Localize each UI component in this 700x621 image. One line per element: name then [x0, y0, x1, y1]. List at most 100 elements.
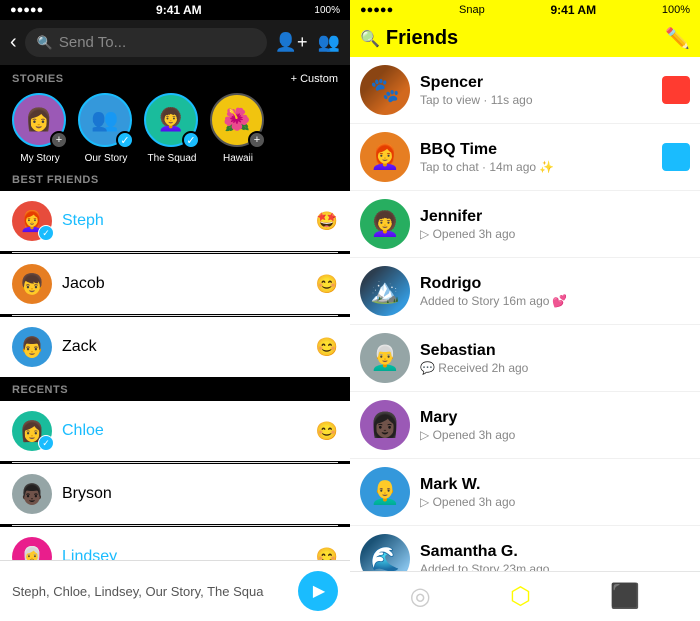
list-item-mark[interactable]: 👨‍🦲 Mark W. ▷ Opened 3h ago	[350, 459, 700, 526]
search-icon-right[interactable]: 🔍	[360, 29, 380, 49]
info-spencer: Spencer Tap to view · 11s ago	[420, 74, 652, 107]
name-bryson: Bryson	[62, 485, 328, 503]
name-mary: Mary	[420, 409, 690, 427]
divider	[12, 252, 338, 253]
check-chloe: ✓	[38, 435, 54, 451]
friend-zack[interactable]: 👨 Zack 😊	[0, 317, 350, 377]
list-item-mary[interactable]: 👩🏿 Mary ▷ Opened 3h ago	[350, 392, 700, 459]
indicator-bbq	[662, 143, 690, 171]
friend-jacob[interactable]: 👦 Jacob 😊	[0, 254, 350, 314]
story-label-hawaii: Hawaii	[223, 153, 253, 164]
story-the-squad[interactable]: 👩‍🦱 ✓ The Squad	[144, 93, 200, 164]
avatar-samantha: 🌊	[360, 534, 410, 571]
emoji-chloe: 😊	[316, 421, 338, 442]
name-steph: Steph	[62, 212, 306, 230]
left-panel: ●●●●● 9:41 AM 100% ‹ 🔍 Send To... 👤+ 👥 S…	[0, 0, 350, 621]
stories-row: 👩 + My Story 👥 ✓ Our Story 👩‍🦱 ✓ Th	[12, 93, 338, 164]
friend-steph[interactable]: 👩‍🦰 ✓ Steph 🤩	[0, 191, 350, 251]
friend-chloe[interactable]: 👩 ✓ Chloe 😊	[0, 401, 350, 461]
group-icon[interactable]: 👥	[318, 32, 340, 53]
right-tab-bar: ◎ ⬡ ⬛	[350, 571, 700, 621]
avatar-jacob: 👦	[12, 264, 52, 304]
divider	[12, 525, 338, 526]
signal-icons-left: ●●●●●	[10, 4, 43, 16]
battery-left: 100%	[314, 5, 340, 16]
time-left: 9:41 AM	[156, 3, 202, 17]
bottom-send-bar: Steph, Chloe, Lindsey, Our Story, The Sq…	[0, 560, 350, 621]
right-panel: ●●●●● Snap 9:41 AM 100% 🔍 Friends ✏️ 🐾 S…	[350, 0, 700, 621]
story-label-our: Our Story	[85, 153, 128, 164]
name-sebastian: Sebastian	[420, 342, 690, 360]
name-samantha: Samantha G.	[420, 543, 690, 561]
emoji-steph: 🤩	[316, 211, 338, 232]
friends-header: 🔍 Friends ✏️	[350, 20, 700, 57]
info-samantha: Samantha G. Added to Story 23m ago	[420, 543, 690, 572]
avatar-zack: 👨	[12, 327, 52, 367]
avatar-chloe: 👩 ✓	[12, 411, 52, 451]
story-badge-hawaii: +	[248, 131, 266, 149]
story-avatar-wrap-my: 👩 +	[12, 93, 68, 149]
avatar-steph: 👩‍🦰 ✓	[12, 201, 52, 241]
story-hawaii[interactable]: 🌺 + Hawaii	[210, 93, 266, 164]
name-jennifer: Jennifer	[420, 208, 690, 226]
info-mary: Mary ▷ Opened 3h ago	[420, 409, 690, 442]
name-zack: Zack	[62, 338, 306, 356]
recents-title: RECENTS	[0, 384, 350, 400]
list-item-rodrigo[interactable]: 🏔️ Rodrigo Added to Story 16m ago 💕	[350, 258, 700, 325]
search-input-wrap[interactable]: 🔍 Send To...	[25, 28, 267, 57]
avatar-sebastian: 👨‍🦳	[360, 333, 410, 383]
search-placeholder: Send To...	[59, 34, 126, 51]
list-item-jennifer[interactable]: 👩‍🦱 Jennifer ▷ Opened 3h ago	[350, 191, 700, 258]
sub-icon-bbq: ✨	[539, 160, 554, 174]
list-item-sebastian[interactable]: 👨‍🦳 Sebastian 💬 Received 2h ago	[350, 325, 700, 392]
send-button[interactable]	[298, 571, 338, 611]
sub-mary: ▷ Opened 3h ago	[420, 428, 690, 442]
avatar-bryson: 👨🏿	[12, 474, 52, 514]
avatar-bbq: 👩‍🦰	[360, 132, 410, 182]
name-chloe: Chloe	[62, 422, 306, 440]
sub-samantha: Added to Story 23m ago	[420, 562, 690, 572]
info-jennifer: Jennifer ▷ Opened 3h ago	[420, 208, 690, 241]
sub-icon-rodrigo: 💕	[552, 294, 567, 308]
indicator-spencer	[662, 76, 690, 104]
app-name-right: Snap	[459, 4, 485, 16]
sub-bbq: Tap to chat · 14m ago ✨	[420, 160, 652, 174]
sub-jennifer: ▷ Opened 3h ago	[420, 227, 690, 241]
stories-header: STORIES + Custom	[12, 73, 338, 85]
best-friends-section: BEST FRIENDS 👩‍🦰 ✓ Steph 🤩 👦 Jacob 😊 👨 Z	[0, 168, 350, 378]
list-item-samantha[interactable]: 🌊 Samantha G. Added to Story 23m ago	[350, 526, 700, 571]
tab-camera[interactable]: ◎	[410, 582, 431, 611]
name-bbq: BBQ Time	[420, 141, 652, 159]
search-icon: 🔍	[37, 35, 53, 51]
list-item-spencer[interactable]: 🐾 Spencer Tap to view · 11s ago	[350, 57, 700, 124]
custom-button[interactable]: + Custom	[291, 73, 338, 85]
best-friends-title: BEST FRIENDS	[0, 174, 350, 190]
status-bar-left: ●●●●● 9:41 AM 100%	[0, 0, 350, 20]
story-label-squad: The Squad	[148, 153, 197, 164]
story-avatar-wrap-our: 👥 ✓	[78, 93, 134, 149]
info-bbq: BBQ Time Tap to chat · 14m ago ✨	[420, 141, 652, 174]
story-our-story[interactable]: 👥 ✓ Our Story	[78, 93, 134, 164]
status-bar-right: ●●●●● Snap 9:41 AM 100%	[350, 0, 700, 20]
sub-rodrigo: Added to Story 16m ago 💕	[420, 294, 690, 308]
avatar-spencer: 🐾	[360, 65, 410, 115]
friends-search-wrap: 🔍 Friends	[360, 27, 657, 50]
story-badge-our: ✓	[116, 131, 134, 149]
tab-friends[interactable]: ⬡	[510, 582, 531, 611]
compose-icon[interactable]: ✏️	[665, 26, 690, 51]
avatar-jennifer: 👩‍🦱	[360, 199, 410, 249]
sub-sebastian: 💬 Received 2h ago	[420, 361, 690, 375]
stories-section: STORIES + Custom 👩 + My Story 👥 ✓ Our St…	[0, 65, 350, 168]
list-item-bbq[interactable]: 👩‍🦰 BBQ Time Tap to chat · 14m ago ✨	[350, 124, 700, 191]
sub-text-rodrigo: Added to Story 16m ago	[420, 294, 549, 308]
avatar-rodrigo: 🏔️	[360, 266, 410, 316]
tab-discover[interactable]: ⬛	[610, 582, 640, 611]
info-rodrigo: Rodrigo Added to Story 16m ago 💕	[420, 275, 690, 308]
back-button[interactable]: ‹	[10, 31, 17, 54]
add-friend-icon[interactable]: 👤+	[275, 32, 308, 53]
story-my-story[interactable]: 👩 + My Story	[12, 93, 68, 164]
friend-bryson[interactable]: 👨🏿 Bryson	[0, 464, 350, 524]
name-jacob: Jacob	[62, 275, 306, 293]
sub-spencer: Tap to view · 11s ago	[420, 93, 652, 107]
avatar-mark: 👨‍🦲	[360, 467, 410, 517]
